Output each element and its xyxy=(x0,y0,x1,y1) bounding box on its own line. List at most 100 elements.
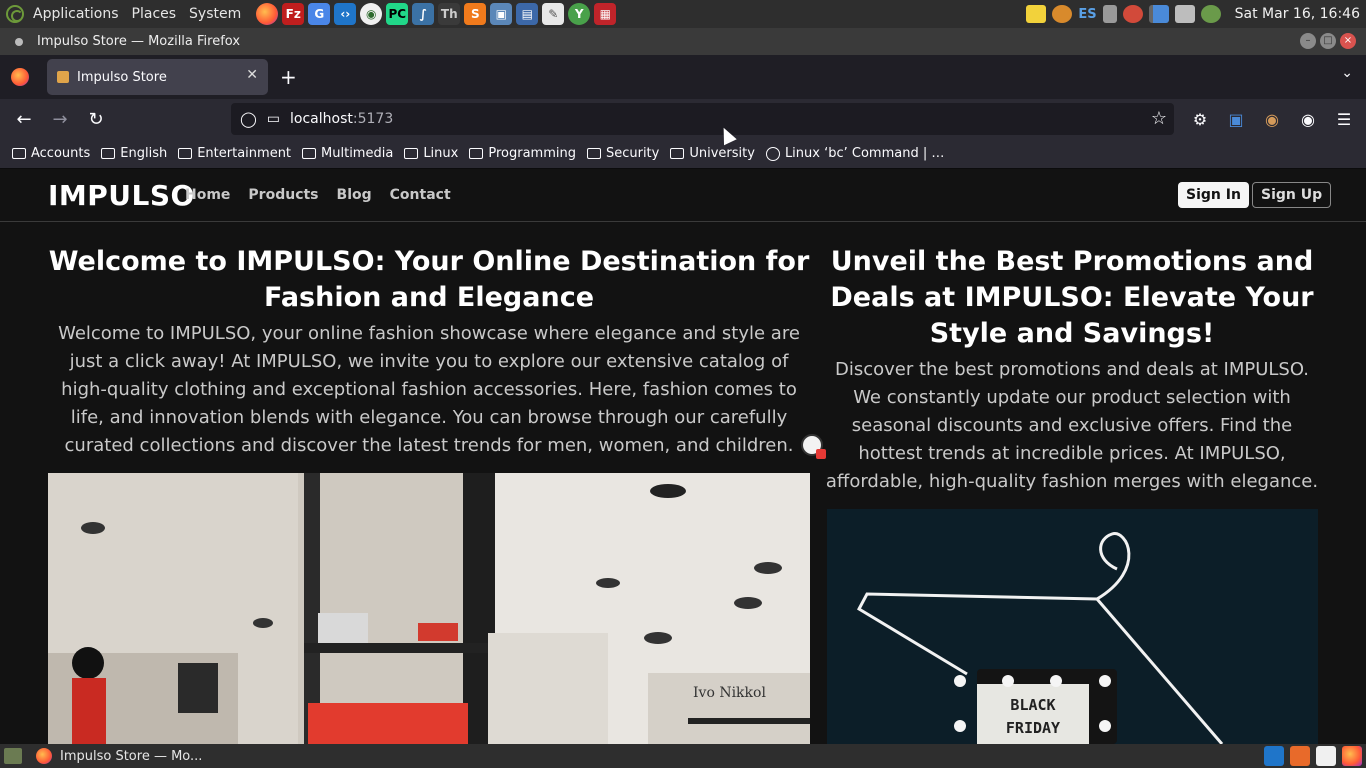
window-titlebar[interactable]: Impulso Store — Mozilla Firefox – □ × xyxy=(0,28,1366,55)
show-desktop-icon[interactable] xyxy=(4,748,22,764)
firefox-window-icon[interactable] xyxy=(1342,746,1362,766)
system-tray: ES Sat Mar 16, 16:46 xyxy=(1026,0,1366,28)
bookmark-folder-multimedia[interactable]: Multimedia xyxy=(302,146,393,161)
nav-contact-link[interactable]: Contact xyxy=(390,187,451,203)
maximize-button[interactable]: □ xyxy=(1320,33,1336,49)
google-translate-icon[interactable]: G xyxy=(308,3,331,25)
bookmark-label: Linux xyxy=(423,146,459,161)
bookmark-folder-english[interactable]: English xyxy=(101,146,167,161)
favicon-icon xyxy=(57,71,69,83)
volume-icon[interactable] xyxy=(1102,5,1117,23)
extensions-icon[interactable]: ⚙ xyxy=(1186,105,1214,133)
filezilla-icon[interactable]: Fz xyxy=(282,3,305,25)
url-text[interactable]: localhost:5173 xyxy=(290,111,393,127)
bookmark-folder-security[interactable]: Security xyxy=(586,146,660,161)
applications-menu[interactable]: Applications xyxy=(33,6,119,22)
bookmark-folder-programming[interactable]: Programming xyxy=(469,146,576,161)
folder-icon xyxy=(469,148,484,159)
bookmark-folder-university[interactable]: University xyxy=(670,146,755,161)
launcher-bar: Fz G ‹› ◉ PC ∫ Th S ▣ ▤ ✎ Y ▦ xyxy=(256,3,617,25)
vscode-icon[interactable]: ‹› xyxy=(334,3,357,25)
navigation-toolbar: ← → ↻ ◯ ▭ localhost:5173 ☆ ⚙ ▣ ◉ ◉ ☰ xyxy=(0,99,1366,139)
vscode-window-icon[interactable] xyxy=(1264,746,1284,766)
postman-window-icon[interactable] xyxy=(1290,746,1310,766)
sign-in-button[interactable]: Sign In xyxy=(1178,182,1249,208)
account-extension-icon[interactable]: ◉ xyxy=(1294,105,1322,133)
network-status-icon[interactable] xyxy=(1174,5,1195,23)
store-sign-text: Ivo Nikkol xyxy=(693,685,766,701)
folder-icon xyxy=(302,148,317,159)
black-friday-image: BLACK FRIDAY xyxy=(827,509,1318,744)
page-info-icon[interactable]: ▭ xyxy=(267,111,280,127)
extension-overlay-icon[interactable] xyxy=(801,434,826,459)
terminal-red-icon[interactable]: ▦ xyxy=(594,3,617,25)
clock[interactable]: Sat Mar 16, 16:46 xyxy=(1235,6,1360,22)
app-menu-icon[interactable]: ☰ xyxy=(1330,105,1358,133)
black-friday-illustration: BLACK FRIDAY xyxy=(827,509,1318,744)
places-menu[interactable]: Places xyxy=(132,6,177,22)
forward-button[interactable]: → xyxy=(46,105,74,133)
virtualbox-icon[interactable]: ▣ xyxy=(490,3,513,25)
folder-icon xyxy=(670,148,685,159)
firefox-icon[interactable] xyxy=(256,3,279,25)
nav-home-link[interactable]: Home xyxy=(185,187,230,203)
tab-strip: Impulso Store ✕ + ⌄ xyxy=(0,55,1366,99)
update-notifier-icon[interactable] xyxy=(1122,5,1143,23)
close-tab-icon[interactable]: ✕ xyxy=(246,67,258,83)
new-tab-button[interactable]: + xyxy=(280,65,297,89)
firefox-icon xyxy=(36,748,52,764)
black-friday-line1: BLACK xyxy=(1010,696,1055,714)
bookmark-linux-bc-command[interactable]: Linux ‘bc’ Command | … xyxy=(765,146,944,161)
fish-icon[interactable] xyxy=(1052,5,1073,23)
network-icon[interactable]: ▤ xyxy=(516,3,539,25)
tab-impulso-store[interactable]: Impulso Store ✕ xyxy=(47,59,268,95)
bookmark-folder-accounts[interactable]: Accounts xyxy=(12,146,90,161)
privacy-badger-icon[interactable]: ◉ xyxy=(1258,105,1286,133)
sign-up-button[interactable]: Sign Up xyxy=(1252,182,1332,208)
black-friday-line2: FRIDAY xyxy=(1006,719,1060,737)
nav-blog-link[interactable]: Blog xyxy=(337,187,372,203)
bookmark-label: English xyxy=(120,146,168,161)
distro-logo-icon[interactable] xyxy=(6,5,24,23)
site-logo[interactable]: IMPULSO xyxy=(48,179,195,212)
mongodb-window-icon[interactable] xyxy=(1316,746,1336,766)
typora-icon[interactable]: Th xyxy=(438,3,461,25)
python-icon[interactable]: ∫ xyxy=(412,3,435,25)
cpu-monitor-icon[interactable] xyxy=(1148,5,1169,23)
keyboard-layout-indicator[interactable]: ES xyxy=(1078,7,1096,22)
promotions-heading: Unveil the Best Promotions and Deals at … xyxy=(830,246,1314,349)
app-icon[interactable]: Y xyxy=(568,3,591,25)
system-menu[interactable]: System xyxy=(189,6,241,22)
welcome-paragraph: Welcome to IMPULSO, your online fashion … xyxy=(58,323,800,456)
sublime-text-icon[interactable]: S xyxy=(464,3,487,25)
bookmark-label: Security xyxy=(605,146,660,161)
folder-icon xyxy=(101,148,116,159)
bookmark-folder-linux[interactable]: Linux xyxy=(404,146,458,161)
tracking-protection-shield-icon[interactable]: ◯ xyxy=(240,110,257,128)
promotions-paragraph: Discover the best promotions and deals a… xyxy=(825,359,1319,492)
bookmark-label: Multimedia xyxy=(321,146,394,161)
list-all-tabs-chevron-icon[interactable]: ⌄ xyxy=(1341,65,1353,81)
bottom-taskbar: Impulso Store — Mo... xyxy=(0,744,1366,768)
user-status-icon[interactable] xyxy=(1200,5,1221,23)
notes-icon[interactable] xyxy=(1026,5,1047,23)
minimize-button[interactable]: – xyxy=(1300,33,1316,49)
translate-extension-icon[interactable]: ▣ xyxy=(1222,105,1250,133)
taskbar-firefox-window[interactable]: Impulso Store — Mo... xyxy=(36,748,202,764)
pycharm-icon[interactable]: PC xyxy=(386,3,409,25)
reload-button[interactable]: ↻ xyxy=(82,105,110,133)
bookmark-star-icon[interactable]: ☆ xyxy=(1151,108,1167,129)
bookmark-folder-entertainment[interactable]: Entertainment xyxy=(178,146,291,161)
mongodb-compass-icon[interactable]: ◉ xyxy=(360,3,383,25)
store-interior-illustration: Ivo Nikkol xyxy=(48,473,810,744)
window-menu-icon[interactable] xyxy=(15,37,23,46)
nav-products-link[interactable]: Products xyxy=(248,187,318,203)
folder-icon xyxy=(178,148,193,159)
url-bar[interactable]: ◯ ▭ localhost:5173 ☆ xyxy=(231,103,1174,135)
firefox-view-icon[interactable] xyxy=(11,68,29,86)
back-button[interactable]: ← xyxy=(10,105,38,133)
store-interior-image: Ivo Nikkol xyxy=(48,473,810,744)
text-editor-icon[interactable]: ✎ xyxy=(542,3,565,25)
close-window-button[interactable]: × xyxy=(1340,33,1356,49)
os-top-panel: Applications Places System Fz G ‹› ◉ PC … xyxy=(0,0,1366,28)
